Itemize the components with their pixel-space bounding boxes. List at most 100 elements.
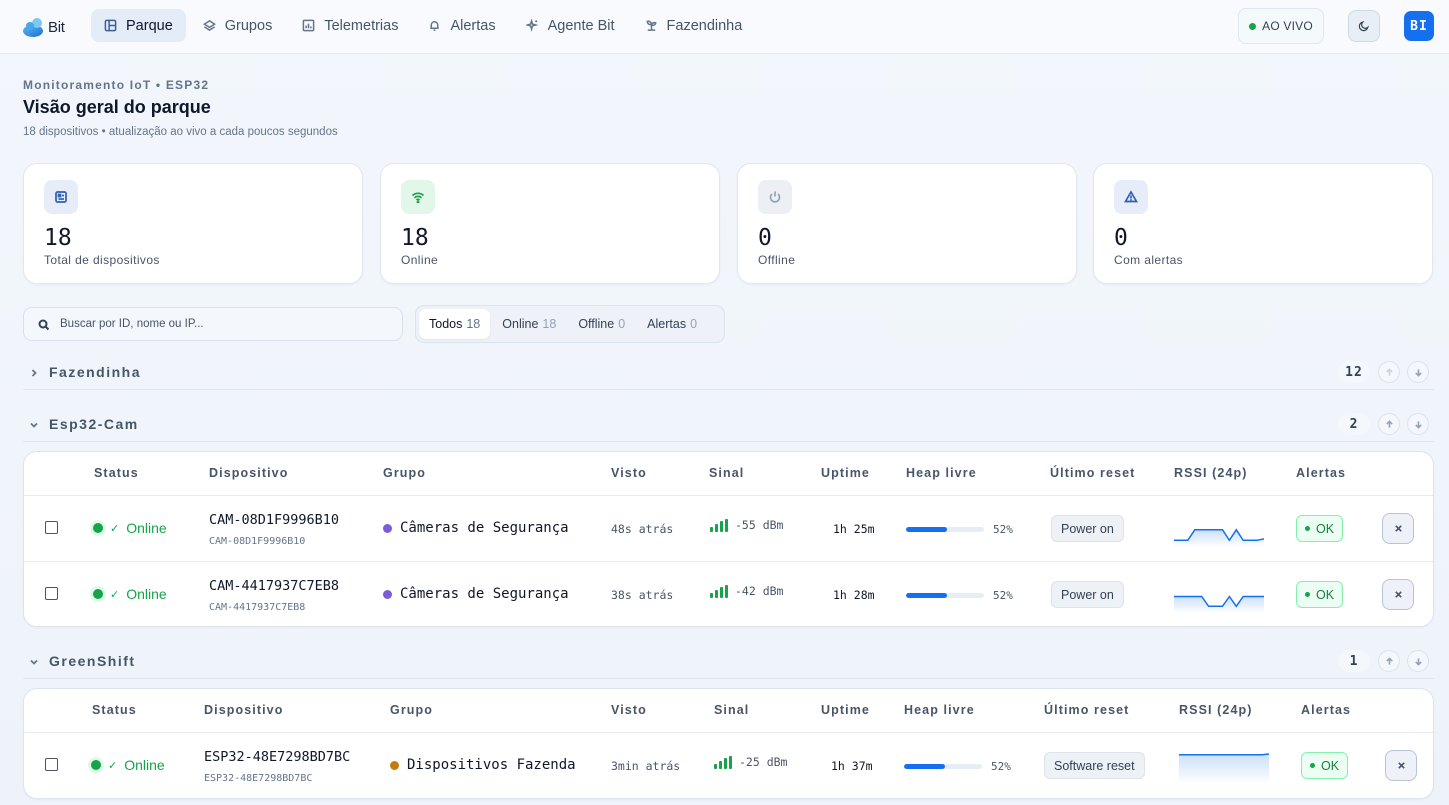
filter-count: 18 (466, 317, 481, 331)
table-row[interactable]: ✓ Online ESP32-48E7298BD7BC ESP32-48E7298BD… (24, 733, 1433, 798)
arrow-down-icon (1414, 657, 1422, 666)
group-name: Esp32-Cam (49, 416, 139, 432)
column-header: Alertas (1301, 703, 1352, 717)
chevron-down-icon (30, 659, 38, 665)
signal-bar (720, 587, 723, 598)
column-header: Visto (611, 703, 647, 717)
move-up-button[interactable] (1378, 413, 1400, 435)
filter-offline[interactable]: Offline 0 (568, 309, 635, 339)
ok-dot-icon (1304, 592, 1310, 597)
moon-icon (1358, 21, 1369, 32)
power-icon (769, 191, 781, 203)
move-down-button[interactable] (1407, 650, 1429, 672)
devices-table-esp32-cam: Status Dispositivo Grupo Visto Sinal Uptime He… (23, 451, 1434, 627)
filter-todos[interactable]: Todos 18 (419, 309, 491, 339)
alert-status-text: OK (1315, 521, 1335, 536)
signal-bar (710, 593, 713, 598)
online-dot-icon (91, 760, 101, 770)
stat-card-offline: 0 Offline (737, 163, 1077, 284)
move-down-button[interactable] (1407, 413, 1429, 435)
remove-device-button[interactable] (1382, 579, 1414, 610)
remove-device-button[interactable] (1385, 750, 1417, 781)
signal-cell: -42 dBm (710, 585, 783, 598)
uptime: 1h 25m (833, 522, 875, 536)
nav-item-fazendinha[interactable]: Fazendinha (632, 9, 756, 42)
sparkline-line (1179, 753, 1269, 756)
rssi-sparkline (1174, 595, 1264, 613)
filter-label: Todos (429, 317, 463, 331)
row-checkbox[interactable] (45, 521, 58, 534)
nav-label: Fazendinha (666, 17, 743, 34)
column-header: Último reset (1044, 703, 1130, 717)
row-checkbox[interactable] (45, 587, 58, 600)
move-up-button[interactable] (1378, 650, 1400, 672)
group-count-badge: 1 (1338, 650, 1370, 672)
stat-icon-container (1114, 180, 1148, 214)
heap-percent: 52% (993, 589, 1013, 602)
device-id: CAM-4417937C7EB8 (209, 602, 306, 613)
nav-item-parque[interactable]: Parque (91, 9, 186, 42)
group-name: Dispositivos Fazenda (407, 757, 576, 773)
move-up-button[interactable] (1378, 361, 1400, 383)
logo-icon (23, 18, 43, 37)
column-header: Grupo (390, 703, 433, 717)
arrow-up-icon (1385, 419, 1393, 428)
group-header-greenshift[interactable]: GreenShift 1 (23, 649, 1434, 679)
group-header-esp32-cam[interactable]: Esp32-Cam 2 (23, 412, 1434, 442)
filter-online[interactable]: Online 18 (492, 309, 566, 339)
column-header: Uptime (821, 466, 870, 480)
last-seen: 38s atrás (611, 588, 674, 602)
filter-label: Online (502, 317, 539, 331)
last-reset-badge: Software reset (1044, 752, 1145, 779)
close-icon (1394, 525, 1402, 532)
stat-value: 0 (758, 225, 772, 251)
nav-item-grupos[interactable]: Grupos (190, 9, 286, 42)
user-avatar[interactable]: BI (1404, 11, 1434, 41)
table-row[interactable]: ✓ Online CAM-08D1F9996B10 CAM-08D1F9996B10 C… (24, 496, 1433, 562)
nav-item-alertas[interactable]: Alertas (415, 9, 508, 42)
top-navbar: Bit Parque Grupos Telemetrias Alertas Ag… (0, 0, 1449, 54)
last-seen: 48s atrás (611, 522, 674, 536)
arrow-up-icon (1385, 656, 1393, 665)
device-cell: ESP32-48E7298BD7BC ESP32-48E7298BD7BC (204, 749, 350, 784)
bell-icon (430, 21, 440, 31)
stat-label: Com alertas (1114, 253, 1184, 267)
close-icon (1397, 762, 1405, 769)
heap-bar (906, 593, 984, 598)
nav-item-agente-bit[interactable]: Agente Bit (513, 9, 628, 42)
app-logo[interactable]: Bit (22, 14, 65, 40)
group-header-fazendinha[interactable]: Fazendinha 12 (23, 360, 1434, 390)
column-header: Último reset (1050, 466, 1136, 480)
table-row[interactable]: ✓ Online CAM-4417937C7EB8 CAM-4417937C7EB8 C… (24, 562, 1433, 626)
search-box (23, 307, 403, 341)
group-name: GreenShift (49, 653, 136, 669)
chart-icon (302, 19, 315, 32)
stat-label: Total de dispositivos (44, 253, 160, 267)
column-header: Dispositivo (209, 466, 289, 480)
move-down-button[interactable] (1407, 361, 1429, 383)
filter-alertas[interactable]: Alertas 0 (637, 309, 707, 339)
remove-device-button[interactable] (1382, 513, 1414, 544)
search-input[interactable] (60, 308, 396, 340)
nav-label: Alertas (450, 17, 496, 34)
signal-bars-icon (710, 519, 728, 532)
search-icon (38, 319, 50, 331)
theme-toggle-button[interactable] (1348, 10, 1380, 42)
heap-cell: 52% (906, 589, 1013, 602)
sparkline-area (1174, 596, 1264, 613)
signal-bar (729, 756, 732, 769)
filter-count: 0 (690, 317, 698, 331)
group-cell: Câmeras de Segurança (383, 586, 569, 602)
signal-bar (715, 590, 718, 598)
stat-icon-container (44, 180, 78, 214)
device-name: ESP32-48E7298BD7BC (204, 749, 351, 765)
nav-item-telemetrias[interactable]: Telemetrias (289, 9, 411, 42)
status-text: Online (126, 586, 167, 602)
layers-icon (202, 19, 216, 32)
row-checkbox[interactable] (45, 758, 58, 771)
signal-bar (710, 527, 713, 532)
alert-status-badge: OK (1296, 515, 1343, 542)
signal-value: -55 dBm (735, 518, 784, 532)
ok-dot-icon (1309, 763, 1315, 768)
signal-bars-icon (710, 585, 728, 598)
